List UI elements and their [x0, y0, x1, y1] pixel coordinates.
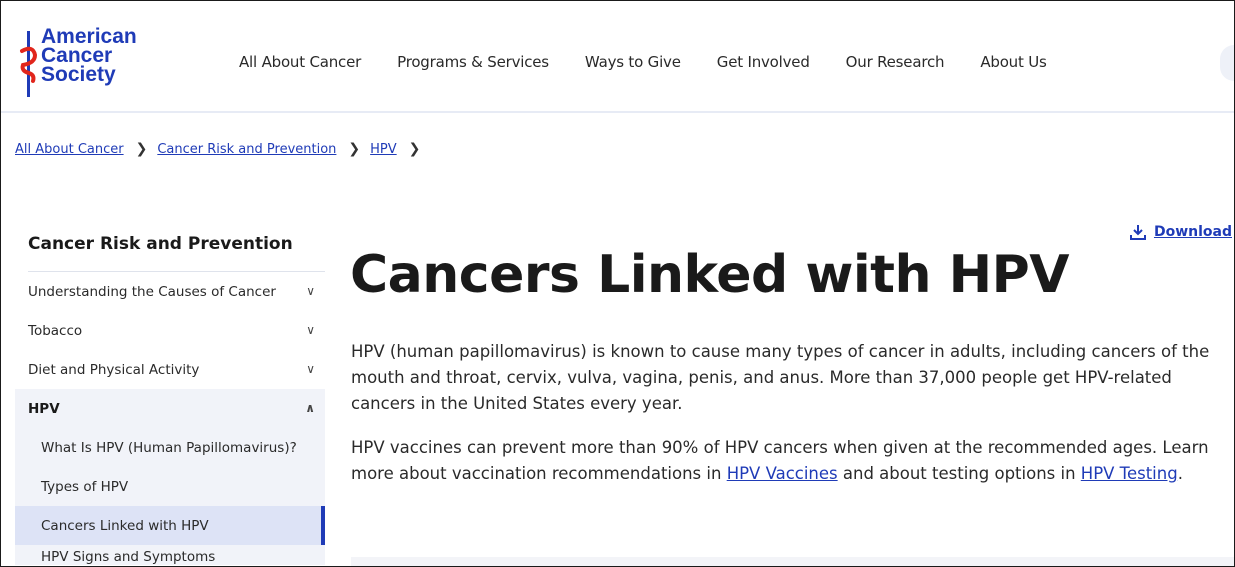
breadcrumb: All About Cancer ❯ Cancer Risk and Preve…: [15, 141, 430, 157]
sidebar-item-causes[interactable]: Understanding the Causes of Cancer ∨: [15, 272, 325, 311]
breadcrumb-cancer-risk[interactable]: Cancer Risk and Prevention: [157, 142, 336, 157]
main-nav: All About Cancer Programs & Services Way…: [239, 53, 1047, 71]
nav-ways-to-give[interactable]: Ways to Give: [585, 53, 681, 71]
hpv-vaccines-link[interactable]: HPV Vaccines: [727, 464, 838, 483]
acs-logo[interactable]: American Cancer Society: [19, 26, 159, 99]
paragraph-text: and about testing options in: [837, 464, 1081, 483]
sidebar-item-hpv[interactable]: HPV ∧: [15, 389, 325, 428]
sidebar-sub-cancers-linked[interactable]: Cancers Linked with HPV: [15, 506, 325, 545]
nav-all-about-cancer[interactable]: All About Cancer: [239, 53, 361, 71]
sidebar-sub-label: What Is HPV (Human Papillomavirus)?: [41, 439, 297, 456]
sword-caduceus-icon: [20, 31, 38, 97]
nav-about-us[interactable]: About Us: [980, 53, 1047, 71]
sidebar-item-diet[interactable]: Diet and Physical Activity ∨: [15, 350, 325, 389]
download-label[interactable]: Download: [1154, 224, 1232, 240]
breadcrumb-hpv[interactable]: HPV: [370, 142, 397, 157]
sidebar-item-label: Understanding the Causes of Cancer: [28, 283, 276, 300]
content-panel-edge: [351, 557, 1234, 566]
chevron-right-icon: ❯: [348, 141, 361, 157]
chevron-right-icon: ❯: [408, 141, 421, 157]
logo-text: American Cancer Society: [41, 26, 137, 86]
sidebar-heading: Cancer Risk and Prevention: [28, 227, 325, 272]
vaccine-paragraph: HPV vaccines can prevent more than 90% o…: [351, 435, 1221, 487]
sidebar-sub-signs-symptoms[interactable]: HPV Signs and Symptoms: [15, 545, 325, 565]
logo-line-3: Society: [41, 63, 116, 86]
sidebar-item-tobacco[interactable]: Tobacco ∨: [15, 311, 325, 350]
chevron-down-icon: ∨: [306, 362, 315, 376]
nav-our-research[interactable]: Our Research: [846, 53, 945, 71]
sidebar-sub-what-is-hpv[interactable]: What Is HPV (Human Papillomavirus)?: [15, 428, 325, 467]
sidebar-sub-label: Types of HPV: [41, 478, 129, 495]
breadcrumb-all-about-cancer[interactable]: All About Cancer: [15, 142, 124, 157]
paragraph-text: .: [1177, 464, 1183, 483]
chevron-down-icon: ∨: [306, 284, 315, 298]
sidebar-sub-label: Cancers Linked with HPV: [41, 517, 209, 534]
page-frame: American Cancer Society All About Cancer…: [0, 0, 1235, 567]
download-link[interactable]: Download: [1129, 224, 1232, 240]
sidebar-item-label: Tobacco: [28, 322, 83, 339]
sidebar-nav: Cancer Risk and Prevention Understanding…: [15, 227, 325, 565]
chevron-down-icon: ∨: [306, 323, 315, 337]
site-header: American Cancer Society All About Cancer…: [1, 1, 1234, 113]
chevron-up-icon: ∧: [305, 401, 315, 415]
intro-paragraph: HPV (human papillomavirus) is known to c…: [351, 342, 1210, 413]
hpv-testing-link[interactable]: HPV Testing: [1081, 464, 1178, 483]
nav-get-involved[interactable]: Get Involved: [717, 53, 810, 71]
page-title: Cancers Linked with HPV: [350, 245, 1070, 305]
sidebar-sub-types-of-hpv[interactable]: Types of HPV: [15, 467, 325, 506]
download-icon: [1129, 225, 1146, 240]
nav-programs-services[interactable]: Programs & Services: [397, 53, 549, 71]
sidebar-item-label: HPV: [28, 400, 60, 417]
sidebar-sub-label: HPV Signs and Symptoms: [41, 549, 216, 565]
chevron-right-icon: ❯: [135, 141, 148, 157]
search-button-edge[interactable]: [1220, 45, 1234, 81]
sidebar-item-label: Diet and Physical Activity: [28, 361, 200, 378]
